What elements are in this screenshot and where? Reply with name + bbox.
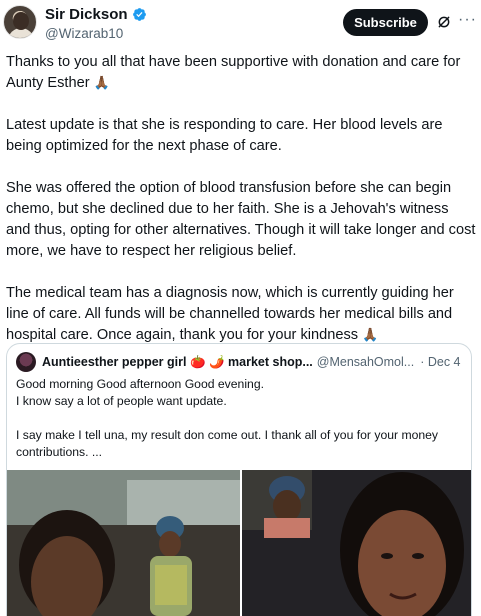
quote-line: I say make I tell una, my result don com…: [16, 428, 439, 459]
tweet-paragraph: Latest update is that she is responding …: [6, 117, 443, 154]
author-name-row[interactable]: Sir Dickson: [45, 6, 147, 23]
grok-icon[interactable]: [436, 14, 452, 30]
praying-hands-icon: 🙏🏾: [362, 327, 379, 342]
tweet-paragraph: The medical team has a diagnosis now, wh…: [6, 285, 454, 343]
subscribe-button[interactable]: Subscribe: [343, 9, 428, 36]
quote-body: Good morning Good afternoon Good evening…: [16, 376, 468, 478]
quote-photo-car[interactable]: [7, 470, 240, 616]
quote-photo-selfie[interactable]: [242, 470, 471, 616]
tweet-header: Sir Dickson @Wizarab10 Subscribe ···: [0, 0, 481, 46]
tweet-body: Thanks to you all that have been support…: [6, 52, 476, 367]
quote-media[interactable]: [7, 470, 471, 616]
tweet-paragraph: She was offered the option of blood tran…: [6, 180, 476, 259]
author-display-name[interactable]: Sir Dickson: [45, 6, 128, 23]
quote-avatar[interactable]: [16, 352, 36, 372]
quoted-tweet[interactable]: Auntieesther pepper girl 🍅 🌶️ market sho…: [6, 343, 472, 616]
tweet-paragraph: Thanks to you all that have been support…: [6, 54, 461, 91]
quote-header: Auntieesther pepper girl 🍅 🌶️ market sho…: [16, 352, 466, 372]
author-handle[interactable]: @Wizarab10: [45, 26, 123, 41]
author-avatar[interactable]: [3, 5, 37, 39]
verified-badge-icon: [132, 8, 146, 21]
quote-date[interactable]: · Dec 4: [420, 355, 460, 369]
more-icon[interactable]: ···: [458, 12, 477, 28]
quote-line: Good morning Good afternoon Good evening…: [16, 377, 264, 391]
quote-line: I know say a lot of people want update.: [16, 394, 227, 408]
quote-author-name[interactable]: Auntieesther pepper girl 🍅 🌶️ market sho…: [42, 355, 313, 370]
praying-hands-icon: 🙏🏾: [93, 75, 110, 90]
quote-author-handle[interactable]: @MensahOmol...: [317, 355, 414, 369]
